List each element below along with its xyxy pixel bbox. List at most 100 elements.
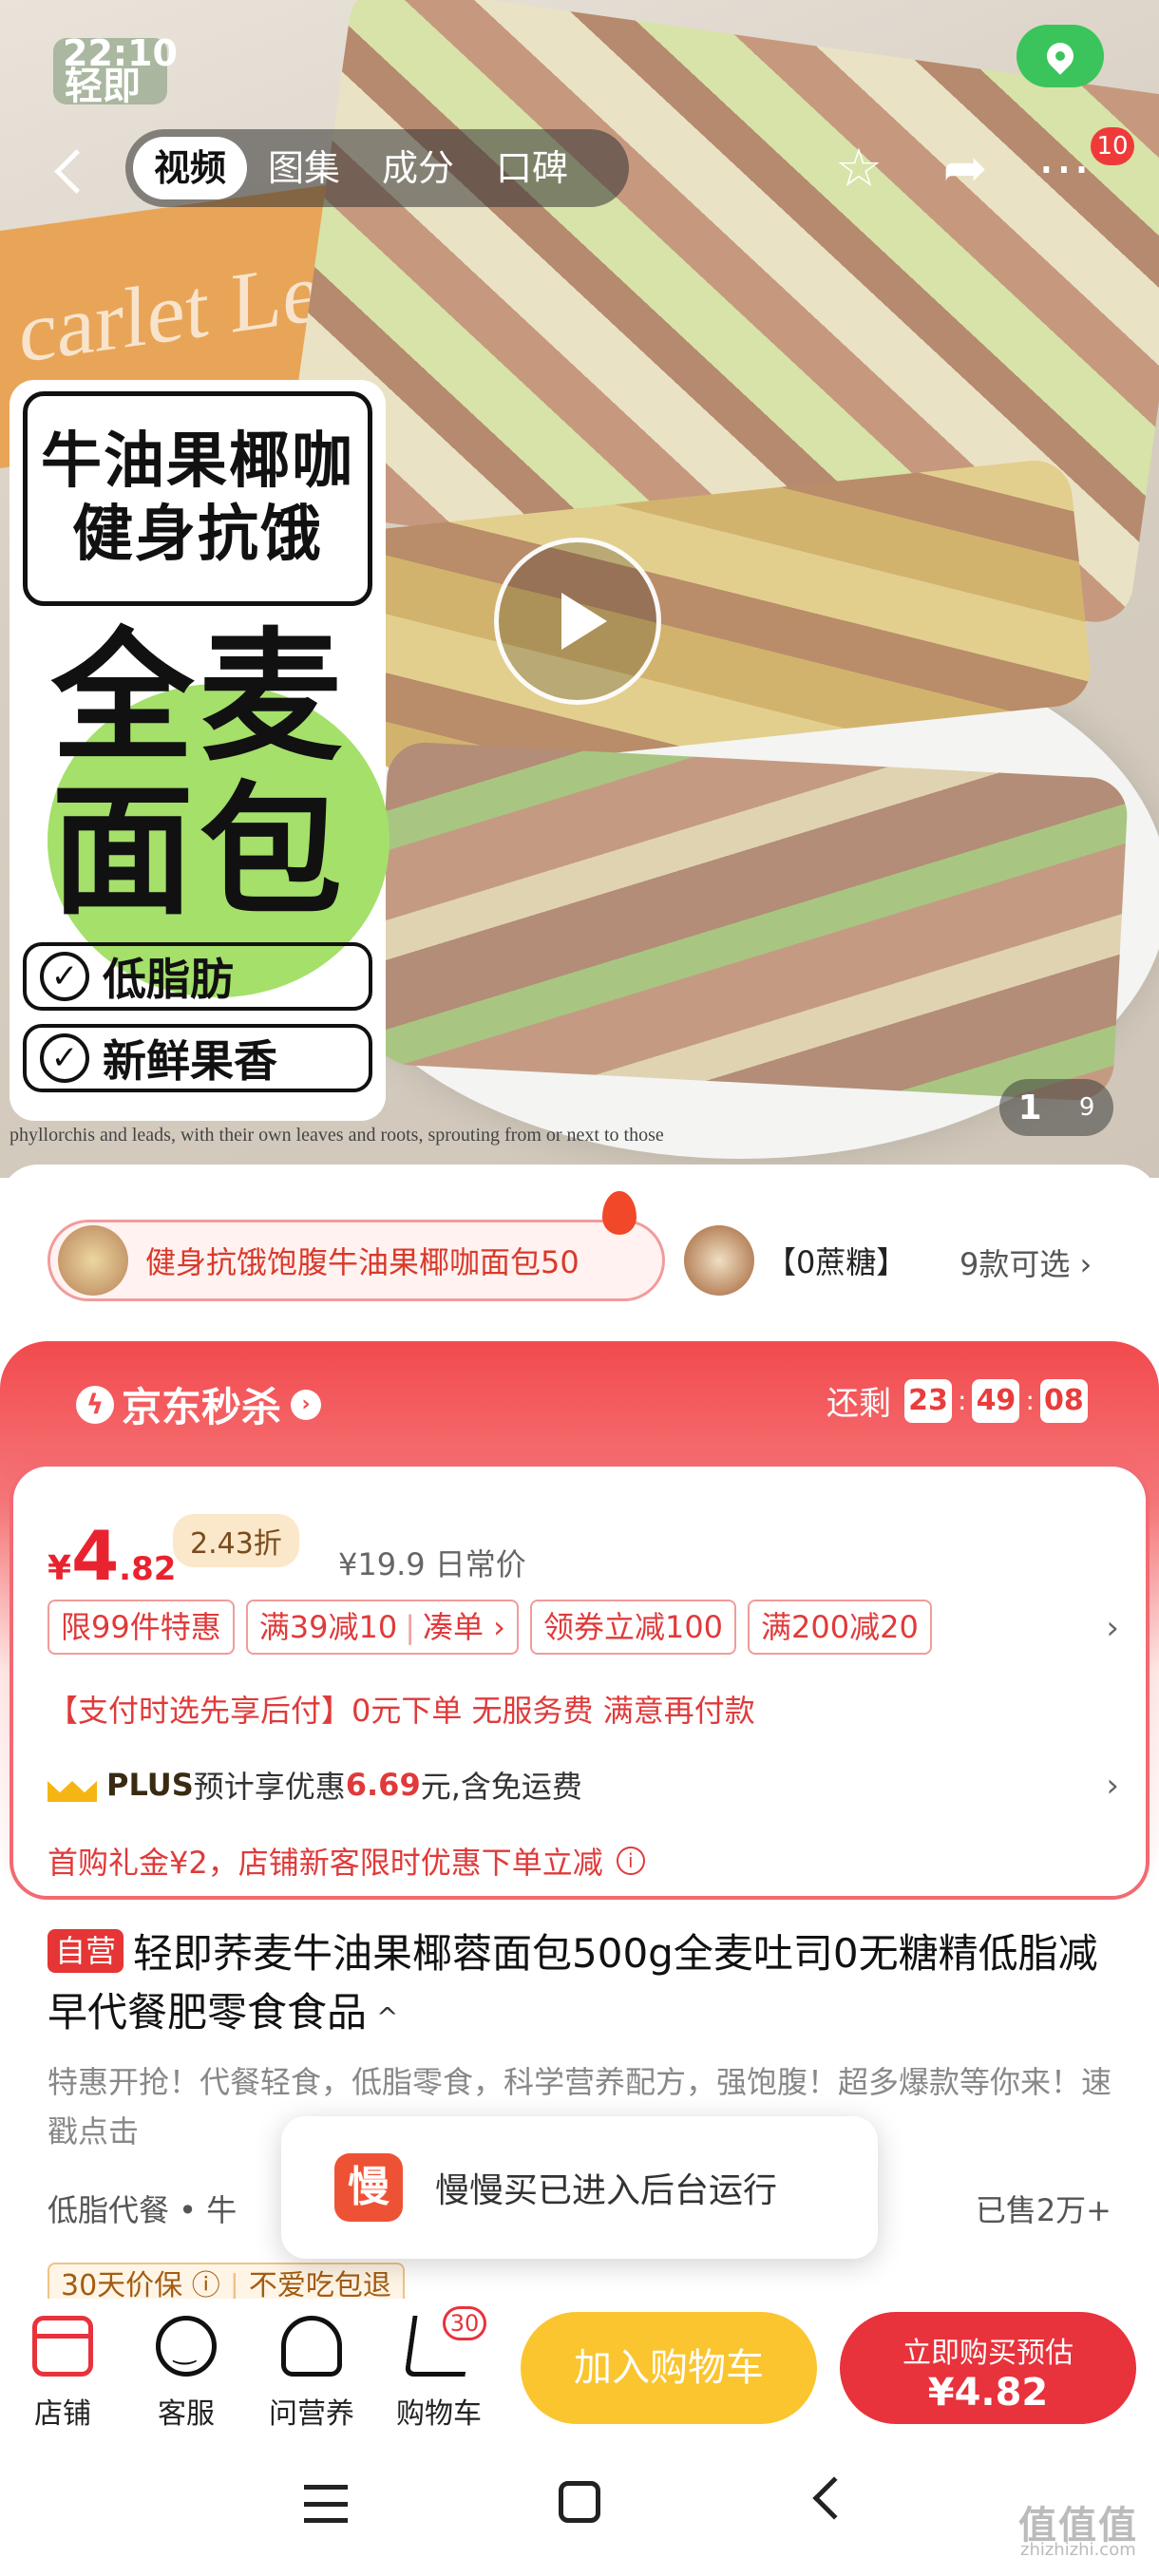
toast-message: 慢慢买已进入后台运行	[435, 2171, 778, 2210]
variant-thumbnail	[58, 1225, 128, 1296]
page-total: 9	[1078, 1093, 1095, 1122]
recent-apps-icon[interactable]	[304, 2485, 348, 2523]
variant-selected[interactable]: 健身抗饿饱腹牛油果椰咖面包50	[48, 1220, 665, 1301]
promo-tag-label: 满39减10	[258, 1609, 398, 1645]
pay-later-line[interactable]: 【支付时选先享后付】0元下单 无服务费 满意再付款	[48, 1687, 755, 1731]
more-badge: 10	[1091, 127, 1134, 165]
back-nav-icon[interactable]	[812, 2476, 856, 2520]
cart-button[interactable]: 30 购物车	[382, 2306, 496, 2432]
price-protect-label: 30天价保 ⓘ	[61, 2269, 220, 2302]
bread-slice-image	[371, 740, 1130, 1103]
poster-check-2: ✓ 新鲜果香	[23, 1024, 372, 1092]
add-to-cart-button[interactable]: 加入购物车	[521, 2312, 817, 2424]
product-title-text: 轻即荞麦牛油果椰蓉面包500g全麦吐司0无糖精低脂减早代餐肥零食食品	[48, 1930, 1098, 2036]
countdown-timer: 还剩 23 : 49 : 08	[826, 1377, 1092, 1424]
star-icon[interactable]: ☆	[825, 135, 893, 203]
promo-tag[interactable]: 满200减20	[748, 1600, 932, 1655]
status-time: 22:10	[63, 32, 178, 74]
variant-count-link[interactable]: 9款可选 ›	[960, 1241, 1092, 1284]
store-icon	[32, 2316, 93, 2377]
poster-title-line2: 健身抗饿	[72, 500, 323, 570]
promo-tag-separator: |	[405, 1609, 415, 1645]
flash-sale-panel: ϟ 京东秒杀 › 还剩 23 : 49 : 08 ¥4.82 2.43折 ¥19…	[0, 1341, 1159, 1900]
check-icon: ✓	[40, 1033, 89, 1083]
tab-video[interactable]: 视频	[133, 137, 248, 199]
original-price: ¥19.9 日常价	[338, 1546, 526, 1582]
system-nav-bar	[0, 2443, 1159, 2576]
media-tabs: 视频 图集 成分 口碑	[125, 129, 629, 207]
promo-tag[interactable]: 满39减10 | 凑单 ›	[245, 1600, 519, 1655]
more-icon[interactable]: ⋯	[1030, 135, 1098, 203]
location-button[interactable]	[1016, 25, 1104, 87]
bolt-icon: ϟ	[76, 1385, 114, 1424]
countdown-label: 还剩	[826, 1385, 891, 1423]
page-current: 1	[1017, 1088, 1042, 1127]
variant-selected-label: 健身抗饿饱腹牛油果椰咖面包50	[145, 1244, 580, 1280]
flash-sale-title[interactable]: ϟ 京东秒杀 ›	[76, 1375, 322, 1433]
plus-chevron-icon[interactable]: ›	[1106, 1767, 1119, 1805]
promo-chevron-icon[interactable]: ›	[1106, 1609, 1119, 1647]
countdown-colon: :	[1025, 1385, 1035, 1416]
tab-reviews[interactable]: 口碑	[475, 137, 589, 199]
sold-count: 已售2万+	[975, 2192, 1112, 2228]
plus-suffix: 元,含免运费	[420, 1769, 582, 1805]
product-tags: 低脂代餐 • 牛	[48, 2192, 238, 2228]
poster-big-line1: 全麦	[51, 616, 349, 781]
store-button[interactable]: 店铺	[6, 2316, 120, 2432]
cart-label: 购物车	[396, 2397, 482, 2431]
promo-tag[interactable]: 领券立减100	[529, 1600, 737, 1655]
info-icon[interactable]: i	[616, 1847, 645, 1875]
poster-check-1: ✓ 低脂肪	[23, 942, 372, 1011]
price-decimal: .82	[119, 1550, 177, 1588]
variant-selector: 健身抗饿饱腹牛油果椰咖面包50 【0蔗糖】 9款可选 ›	[48, 1191, 1140, 1309]
product-poster: 牛油果椰咖 健身抗饿 全麦 面包 ✓ 低脂肪 ✓ 新鲜果香	[10, 380, 390, 1121]
tab-ingredients[interactable]: 成分	[361, 137, 475, 199]
return-label: 不爱吃包退	[248, 2269, 391, 2302]
customer-service-icon	[156, 2316, 217, 2377]
promo-tags[interactable]: 限99件特惠 满39减10 | 凑单 › 领券立减100 满200减20	[48, 1600, 932, 1655]
box-text: carlet Le	[19, 244, 321, 382]
play-video-button[interactable]	[494, 538, 661, 705]
nutrition-consult-button[interactable]: 问营养	[255, 2316, 369, 2432]
variant-option[interactable]: 【0蔗糖】	[684, 1220, 969, 1301]
poster-big-line2: 面包	[51, 769, 349, 935]
discount-badge: 2.43折	[173, 1514, 299, 1567]
plus-discount-line[interactable]: PLUS 预计享优惠 6.69 元,含免运费	[48, 1763, 582, 1807]
plus-label: PLUS	[106, 1767, 194, 1803]
customer-service-button[interactable]: 客服	[129, 2316, 243, 2432]
price-card: ¥4.82 2.43折 ¥19.9 日常价 限99件特惠 满39减10 | 凑单 ›…	[10, 1463, 1150, 1900]
plus-amount: 6.69	[345, 1767, 421, 1803]
variant-thumbnail	[684, 1225, 754, 1296]
tab-gallery[interactable]: 图集	[247, 137, 361, 199]
check-icon: ✓	[40, 952, 89, 1001]
collapse-icon[interactable]: ^	[376, 2001, 398, 2033]
buy-now-label: 立即购买预估	[902, 2337, 1074, 2370]
flash-sale-label: 京东秒杀	[122, 1384, 282, 1430]
price-integer: 4	[71, 1516, 120, 1596]
share-icon[interactable]: ➦	[931, 135, 999, 203]
product-title: 自营 轻即荞麦牛油果椰蓉面包500g全麦吐司0无糖精低脂减早代餐肥零食食品 ^	[48, 1924, 1121, 2047]
crown-icon	[48, 1768, 97, 1802]
background-run-toast: 慢 慢慢买已进入后台运行	[281, 2116, 878, 2259]
buy-now-price: ¥4.82	[927, 2371, 1049, 2415]
plus-prefix: 预计享优惠	[193, 1769, 346, 1805]
poster-title-line1: 牛油果椰咖	[41, 426, 354, 498]
countdown-seconds: 08	[1039, 1378, 1088, 1423]
promo-tag[interactable]: 限99件特惠	[48, 1600, 235, 1655]
price-symbol: ¥	[48, 1549, 72, 1588]
nutritionist-icon	[281, 2316, 342, 2377]
back-button[interactable]	[48, 142, 95, 199]
location-icon	[1041, 37, 1079, 75]
chevron-right-icon: ›	[291, 1389, 322, 1420]
add-on-link[interactable]: 凑单 ›	[423, 1609, 505, 1645]
guarantee-separator: |	[229, 2269, 239, 2302]
new-customer-text: 首购礼金¥2，店铺新客限时优惠下单立减	[48, 1845, 603, 1881]
sale-price: ¥4.82	[48, 1516, 176, 1596]
buy-now-button[interactable]: 立即购买预估 ¥4.82	[840, 2312, 1136, 2424]
countdown-minutes: 49	[972, 1378, 1020, 1423]
home-icon[interactable]	[559, 2481, 600, 2523]
poster-check-2-label: 新鲜果香	[103, 1035, 277, 1087]
new-customer-line[interactable]: 首购礼金¥2，店铺新客限时优惠下单立减 i	[48, 1839, 645, 1883]
bottom-action-bar: 店铺 客服 问营养 30 购物车 加入购物车 立即购买预估 ¥4.82	[0, 2299, 1159, 2443]
nutrition-consult-label: 问营养	[269, 2397, 354, 2431]
